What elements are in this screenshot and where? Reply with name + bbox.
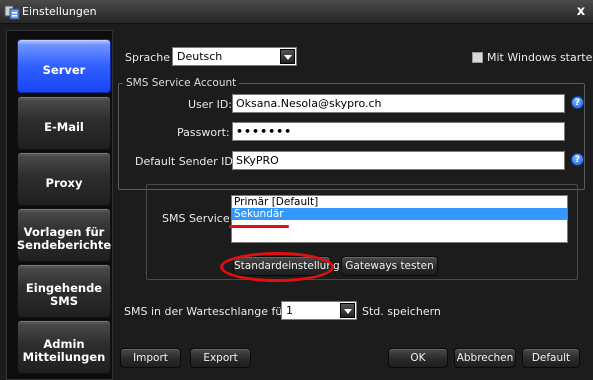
- sms-service-list[interactable]: Primär [Default] Sekundär: [231, 195, 568, 243]
- sidebar-item-admin-messages[interactable]: Admin Mitteilungen: [17, 320, 111, 374]
- sidebar-item-server[interactable]: Server: [17, 39, 111, 93]
- user-id-label: User ID:: [188, 98, 232, 111]
- annotation-underline: [229, 225, 289, 228]
- title-bar: Einstellungen x: [0, 0, 593, 24]
- test-gateways-button[interactable]: Gateways testen: [341, 256, 438, 276]
- annotation-ellipse: [220, 252, 334, 282]
- sidebar-item-label: Proxy: [45, 175, 83, 190]
- sidebar-item-label: Eingehende SMS: [25, 281, 103, 308]
- sms-service-option-secondary[interactable]: Sekundär: [232, 208, 567, 220]
- sidebar-item-label: Admin Mitteilungen: [22, 337, 106, 364]
- queue-hours-select[interactable]: 1: [281, 301, 357, 320]
- sms-service-option-primary[interactable]: Primär [Default]: [232, 196, 567, 208]
- window-title: Einstellungen: [22, 5, 97, 18]
- sms-account-group-title: SMS Service Account: [123, 77, 240, 89]
- ok-button[interactable]: OK: [388, 348, 448, 368]
- default-sender-field[interactable]: SKyPRO: [232, 151, 565, 170]
- cancel-button[interactable]: Abbrechen: [454, 348, 516, 368]
- chevron-down-icon[interactable]: [280, 49, 295, 64]
- user-id-field[interactable]: Oksana.Nesola@skypro.ch: [232, 94, 565, 113]
- chevron-down-icon[interactable]: [340, 303, 355, 318]
- default-button[interactable]: Default: [522, 348, 580, 368]
- language-value: Deutsch: [177, 50, 223, 63]
- autostart-checkbox[interactable]: [472, 52, 483, 63]
- close-icon[interactable]: x: [573, 3, 589, 21]
- autostart-label: Mit Windows starten: [487, 51, 593, 64]
- queue-label: SMS in der Warteschlange für: [124, 305, 287, 318]
- queue-hours-value: 1: [286, 304, 293, 317]
- sidebar-item-proxy[interactable]: Proxy: [17, 152, 111, 206]
- language-label: Sprache: [125, 51, 171, 64]
- sidebar-item-email[interactable]: E-Mail: [17, 96, 111, 150]
- import-button[interactable]: Import: [120, 348, 181, 368]
- settings-app-icon: [4, 5, 20, 20]
- sidebar-item-report-templates[interactable]: Vorlagen für Sendeberichte: [17, 208, 111, 262]
- default-sender-label: Default Sender ID:: [135, 155, 237, 168]
- language-select[interactable]: Deutsch: [172, 47, 297, 66]
- sidebar: Server E-Mail Proxy Vorlagen für Sendebe…: [6, 30, 113, 380]
- sidebar-item-label: E-Mail: [44, 119, 84, 134]
- password-field[interactable]: •••••••: [232, 122, 565, 141]
- sidebar-item-label: Server: [42, 62, 86, 77]
- sms-service-label: SMS Service:: [162, 212, 234, 225]
- password-label: Passwort:: [177, 126, 230, 139]
- sidebar-item-incoming-sms[interactable]: Eingehende SMS: [17, 264, 111, 318]
- sidebar-item-label: Vorlagen für Sendeberichte: [16, 225, 112, 252]
- sender-id-help-icon[interactable]: ?: [571, 153, 584, 166]
- user-id-help-icon[interactable]: ?: [571, 96, 584, 109]
- export-button[interactable]: Export: [190, 348, 251, 368]
- queue-suffix-label: Std. speichern: [362, 305, 441, 318]
